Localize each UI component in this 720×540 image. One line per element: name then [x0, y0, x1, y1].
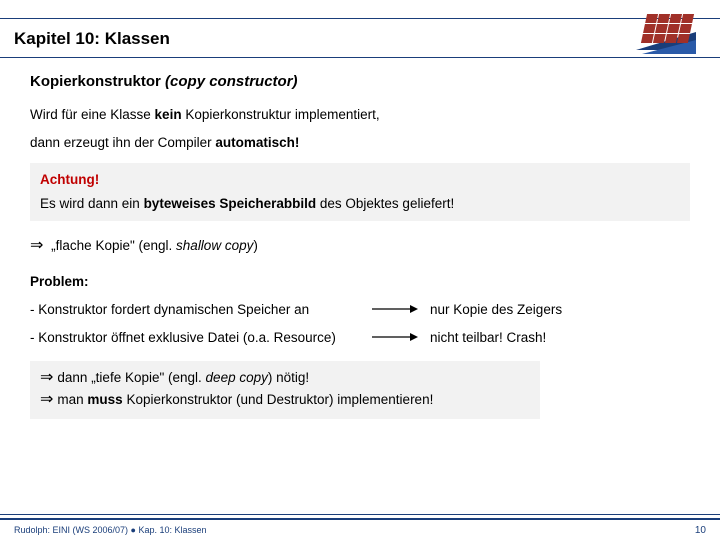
section-title: Kopierkonstruktor (copy constructor): [30, 72, 690, 92]
implies-icon: ⇒: [40, 367, 53, 389]
problem-left-1: - Konstruktor öffnet exklusive Datei (o.…: [30, 329, 370, 347]
paragraph-1: Wird für eine Klasse kein Kopierkonstruk…: [30, 106, 690, 124]
section-title-en: (copy constructor): [165, 73, 298, 90]
warning-text: Es wird dann ein byteweises Speicherabbi…: [40, 195, 680, 213]
conclusion-box: ⇒ dann „tiefe Kopie" (engl. deep copy) n…: [30, 361, 540, 418]
section-title-de: Kopierkonstruktor: [30, 73, 161, 90]
university-logo: [644, 14, 706, 52]
slide-footer: Rudolph: EINI (WS 2006/07) ● Kap. 10: Kl…: [0, 518, 720, 540]
page-number: 10: [695, 525, 706, 536]
implies-icon: ⇒: [30, 237, 43, 254]
problem-left-0: - Konstruktor fordert dynamischen Speich…: [30, 301, 370, 319]
warning-label: Achtung!: [40, 171, 680, 189]
slide-body: Kopierkonstruktor (copy constructor) Wir…: [0, 58, 720, 419]
warning-box: Achtung! Es wird dann ein byteweises Spe…: [30, 163, 690, 221]
problem-table: - Konstruktor fordert dynamischen Speich…: [30, 301, 690, 347]
problem-right-1: nicht teilbar! Crash!: [430, 329, 690, 347]
problem-right-0: nur Kopie des Zeigers: [430, 301, 690, 319]
shallow-copy-note: ⇒ „flache Kopie" (engl. shallow copy): [30, 235, 690, 257]
paragraph-2: dann erzeugt ihn der Compiler automatisc…: [30, 134, 690, 152]
arrow-icon: [370, 329, 430, 347]
problem-label: Problem:: [30, 273, 690, 291]
chapter-header: Kapitel 10: Klassen: [0, 18, 720, 58]
footer-text: Rudolph: EINI (WS 2006/07) ● Kap. 10: Kl…: [14, 525, 207, 535]
chapter-title: Kapitel 10: Klassen: [14, 19, 720, 59]
implies-icon: ⇒: [40, 389, 53, 411]
arrow-icon: [370, 301, 430, 319]
